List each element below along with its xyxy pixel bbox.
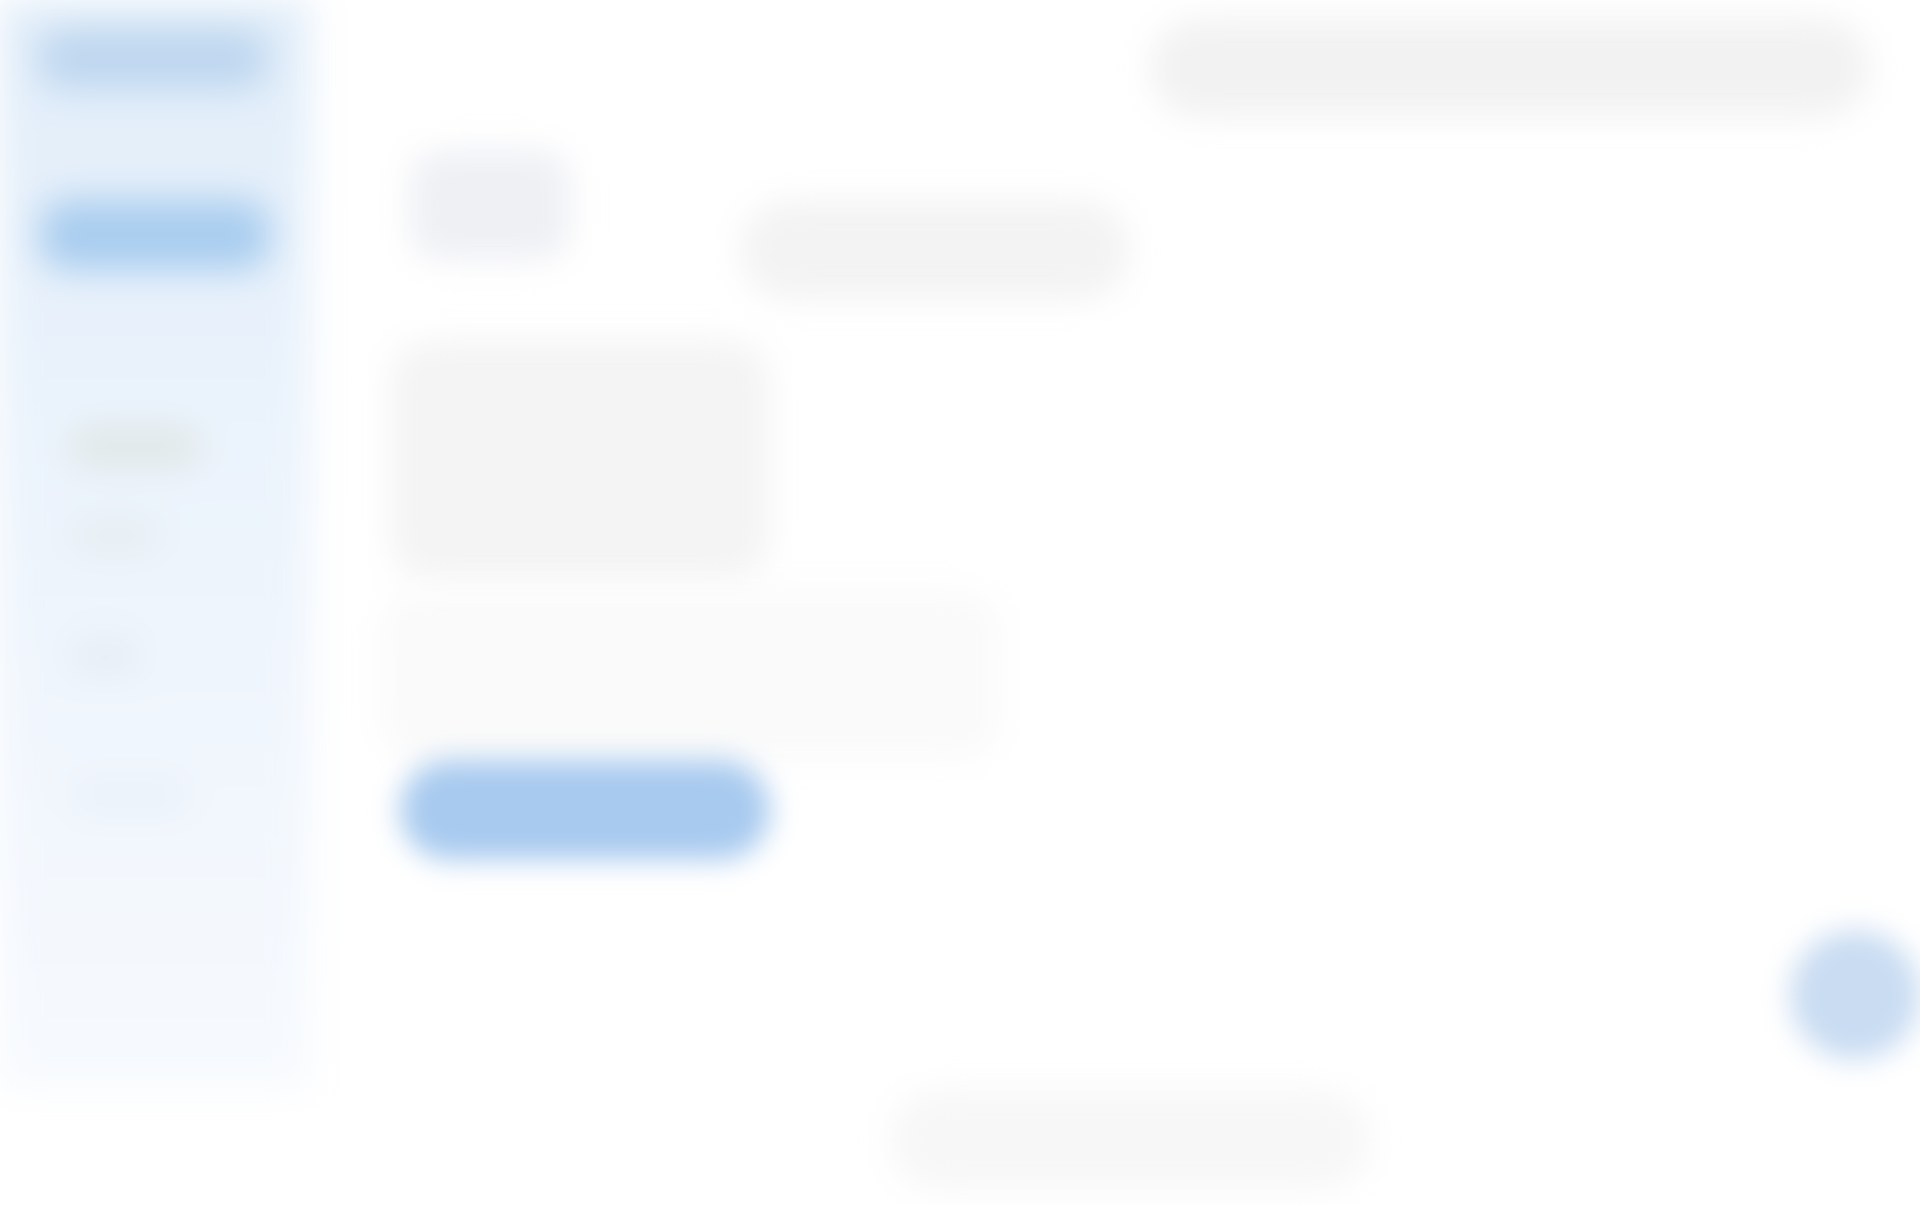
sidebar-header-item[interactable] (38, 30, 268, 88)
sidebar-item[interactable] (70, 780, 190, 814)
sidebar-item[interactable] (70, 430, 200, 464)
content-body (380, 590, 1000, 760)
bottom-bar (890, 1090, 1370, 1190)
floating-action-button[interactable] (1790, 930, 1920, 1060)
sidebar-item[interactable] (70, 640, 140, 674)
search-input[interactable] (1190, 48, 1814, 90)
primary-button[interactable] (400, 760, 770, 860)
sidebar-item[interactable] (70, 520, 160, 554)
filter-chip[interactable] (740, 200, 1130, 300)
content-card (390, 340, 770, 580)
sidebar-item-active[interactable] (40, 200, 270, 270)
sidebar (0, 0, 310, 1090)
page-title (410, 150, 570, 260)
search-bar[interactable] (1150, 18, 1870, 118)
